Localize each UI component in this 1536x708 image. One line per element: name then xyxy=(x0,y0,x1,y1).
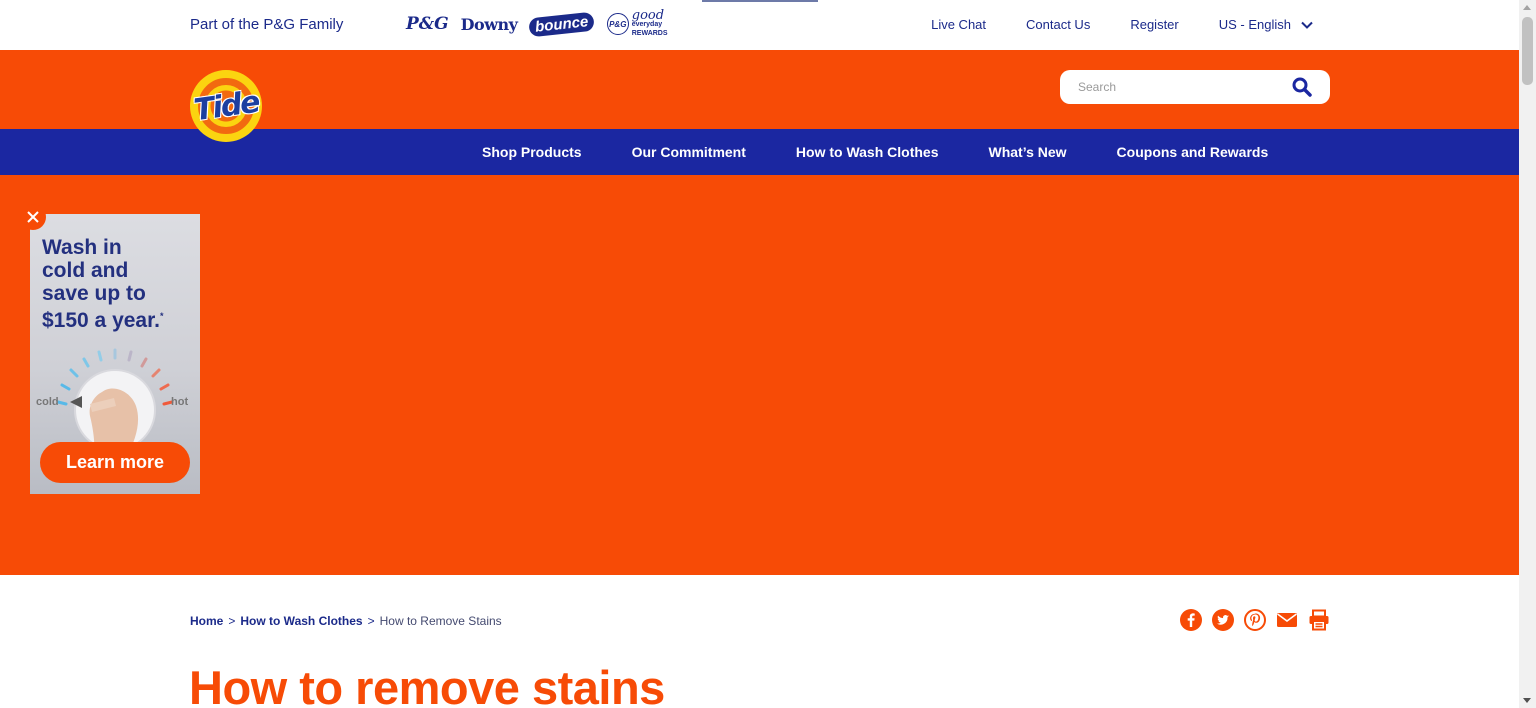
cold-wash-ad[interactable]: Wash in cold and save up to $150 a year.… xyxy=(30,214,200,494)
ad-headline: Wash in cold and save up to $150 a year.… xyxy=(42,236,163,332)
nav-our-commitment[interactable]: Our Commitment xyxy=(632,144,746,160)
nav-whats-new[interactable]: What’s New xyxy=(989,144,1067,160)
close-icon xyxy=(27,211,39,223)
scrollbar-thumb[interactable] xyxy=(1522,17,1533,85)
utility-links: Live Chat Contact Us Register US - Engli… xyxy=(931,17,1313,32)
tide-logo[interactable]: Tide xyxy=(190,70,262,142)
breadcrumb-separator: > xyxy=(367,614,375,628)
scroll-down-arrow-icon[interactable] xyxy=(1523,698,1531,703)
pg-rewards-circle: P&G xyxy=(606,13,629,35)
nav-shop-products[interactable]: Shop Products xyxy=(482,144,582,160)
breadcrumb-how-to-wash-clothes[interactable]: How to Wash Clothes xyxy=(240,614,362,628)
twitter-icon[interactable] xyxy=(1212,609,1234,631)
language-label: US - English xyxy=(1218,17,1291,32)
email-icon[interactable] xyxy=(1276,609,1298,631)
register-link[interactable]: Register xyxy=(1130,17,1178,32)
ad-cold-label: cold xyxy=(36,396,59,408)
ad-asterisk: * xyxy=(159,311,164,321)
nav-how-to-wash-clothes[interactable]: How to Wash Clothes xyxy=(796,144,939,160)
pinterest-icon[interactable] xyxy=(1244,609,1266,631)
ad-headline-line: save up to xyxy=(42,282,146,305)
bounce-logo[interactable]: bounce xyxy=(528,11,596,37)
rewards-good-text: good xyxy=(631,7,665,23)
top-utility-bar: Part of the P&G Family P&G Downy bounce … xyxy=(0,0,1519,50)
contact-us-link[interactable]: Contact Us xyxy=(1026,17,1090,32)
rewards-everyday-text: everyday xyxy=(631,20,663,28)
ad-headline-price: $150 a year. xyxy=(42,309,160,332)
search-input[interactable] xyxy=(1078,80,1292,94)
ad-hot-label: hot xyxy=(171,396,189,408)
chevron-down-icon xyxy=(1301,21,1313,29)
breadcrumb-home[interactable]: Home xyxy=(190,614,223,628)
page-title: How to remove stains xyxy=(189,661,665,708)
ad-learn-more-button[interactable]: Learn more xyxy=(40,442,190,483)
pg-logo[interactable]: P&G xyxy=(406,14,449,34)
share-toolbar xyxy=(1180,609,1330,631)
vertical-scrollbar[interactable] xyxy=(1519,0,1536,708)
facebook-icon[interactable] xyxy=(1180,609,1202,631)
breadcrumb: Home > How to Wash Clothes > How to Remo… xyxy=(190,614,502,628)
top-indicator xyxy=(702,0,818,2)
breadcrumb-current: How to Remove Stains xyxy=(379,614,502,628)
tide-logo-text: Tide xyxy=(191,84,261,128)
ad-headline-line: Wash in xyxy=(42,236,122,259)
hero-banner xyxy=(0,175,1519,575)
ad-close-button[interactable] xyxy=(20,204,46,230)
pg-good-everyday-logo[interactable]: P&G good everyday REWARDS xyxy=(606,7,668,38)
ad-headline-line: $150 a year.* xyxy=(42,305,163,332)
language-selector[interactable]: US - English xyxy=(1219,17,1313,32)
search-icon[interactable] xyxy=(1292,77,1312,97)
breadcrumb-separator: > xyxy=(228,614,236,628)
print-icon[interactable] xyxy=(1308,609,1330,631)
brand-logos: P&G Downy bounce P&G good everyday REWAR… xyxy=(406,8,668,40)
rewards-label: REWARDS xyxy=(631,29,668,37)
live-chat-link[interactable]: Live Chat xyxy=(931,17,986,32)
downy-logo[interactable]: Downy xyxy=(461,15,518,34)
search-box xyxy=(1060,70,1330,104)
pg-family-text: Part of the P&G Family xyxy=(190,16,344,33)
ad-headline-line: cold and xyxy=(42,259,129,282)
nav-coupons-and-rewards[interactable]: Coupons and Rewards xyxy=(1117,144,1269,160)
scroll-up-arrow-icon[interactable] xyxy=(1523,5,1531,10)
